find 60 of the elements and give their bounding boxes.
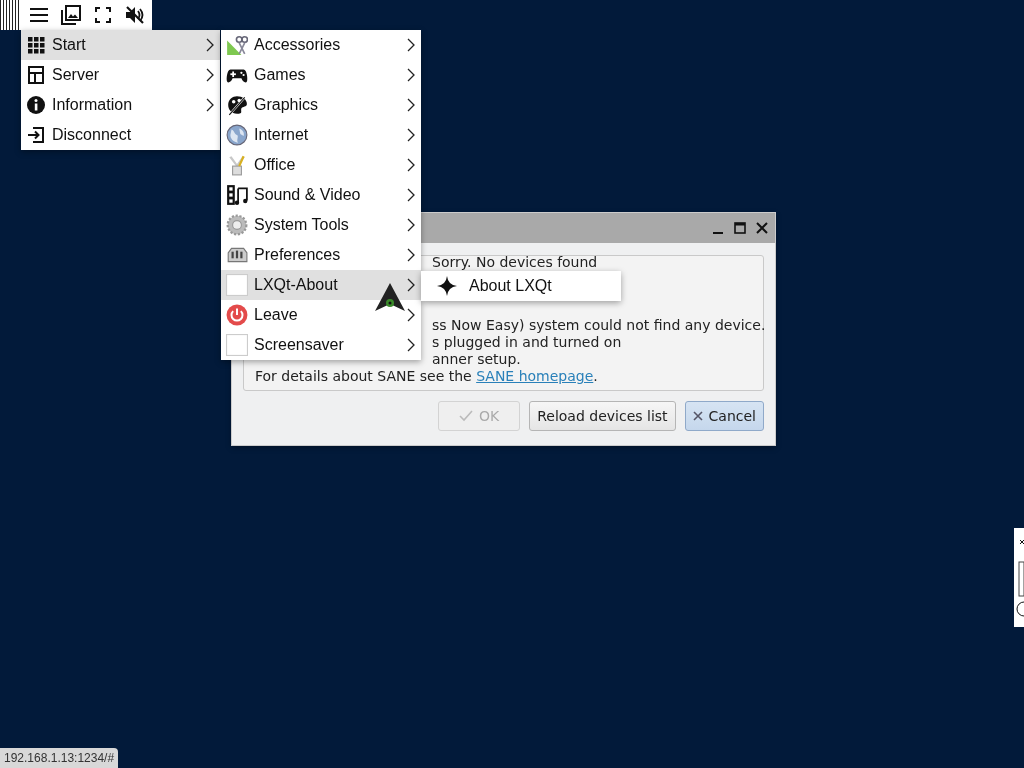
- sign-out-icon: [26, 125, 46, 145]
- details-text: For details about SANE see the SANE homepage.: [255, 368, 598, 385]
- sparkle-icon: [437, 276, 457, 296]
- menu-item[interactable]: Graphics: [221, 90, 421, 120]
- message-text: anner setup.: [432, 351, 521, 368]
- menu-item[interactable]: LXQt-About: [221, 270, 421, 300]
- menu-item[interactable]: Start: [21, 30, 220, 60]
- blank-icon: [226, 334, 248, 356]
- accessories-icon: [226, 34, 248, 56]
- chevron-right-icon: [206, 38, 214, 52]
- menu-item[interactable]: Leave: [221, 300, 421, 330]
- message-text: s plugged in and turned on: [432, 334, 622, 351]
- menu-item[interactable]: Screensaver: [221, 330, 421, 360]
- info-icon: [26, 95, 46, 115]
- chevron-right-icon: [407, 128, 415, 142]
- chevron-right-icon: [407, 68, 415, 82]
- blank-icon: [226, 274, 248, 296]
- url-status: 192.168.1.13:1234/#: [0, 748, 119, 768]
- gear-icon: [226, 214, 248, 236]
- menu-item[interactable]: Office: [221, 150, 421, 180]
- chevron-right-icon: [407, 218, 415, 232]
- chevron-right-icon: [206, 68, 214, 82]
- close-icon: [692, 411, 703, 421]
- chevron-right-icon: [407, 338, 415, 352]
- chevron-right-icon: [407, 308, 415, 322]
- grid-icon: [26, 35, 46, 55]
- menu-item[interactable]: Information: [21, 90, 220, 120]
- chevron-right-icon: [407, 278, 415, 292]
- menu-item[interactable]: System Tools: [221, 210, 421, 240]
- palette-icon: [226, 94, 248, 116]
- chevron-right-icon: [206, 98, 214, 112]
- menu-item[interactable]: Accessories: [221, 30, 421, 60]
- homepage-link[interactable]: SANE homepage: [476, 368, 594, 384]
- menu-item[interactable]: Preferences: [221, 240, 421, 270]
- power-icon: [226, 304, 248, 326]
- drag-handle[interactable]: [0, 0, 20, 30]
- dialog-button[interactable]: Reload devices list: [529, 401, 676, 431]
- chevron-right-icon: [407, 98, 415, 112]
- message-text: Sorry. No devices found: [432, 254, 598, 271]
- menu-item[interactable]: Sound & Video: [221, 180, 421, 210]
- chevron-right-icon: [407, 188, 415, 202]
- image-gallery-icon[interactable]: [58, 2, 84, 28]
- chevron-right-icon: [407, 158, 415, 172]
- chevron-right-icon: [407, 248, 415, 262]
- maximize-icon[interactable]: [733, 221, 747, 235]
- office-icon: [226, 154, 248, 176]
- close-icon[interactable]: [755, 221, 769, 235]
- menu-item[interactable]: Internet: [221, 120, 421, 150]
- globe-icon: [226, 124, 248, 146]
- menu-item[interactable]: Disconnect: [21, 120, 220, 150]
- menu-item[interactable]: Server: [21, 60, 220, 90]
- chevron-right-icon: [407, 38, 415, 52]
- menu-item[interactable]: About LXQt: [421, 271, 621, 301]
- dialog-button[interactable]: Cancel: [684, 401, 764, 431]
- film-music-icon: [226, 184, 248, 206]
- server-icon: [26, 65, 46, 85]
- menu-item[interactable]: Games: [221, 60, 421, 90]
- check-icon: [459, 409, 474, 423]
- cursor-icon: [374, 282, 406, 312]
- message-text: ss Now Easy) system could not find any device.: [432, 317, 766, 334]
